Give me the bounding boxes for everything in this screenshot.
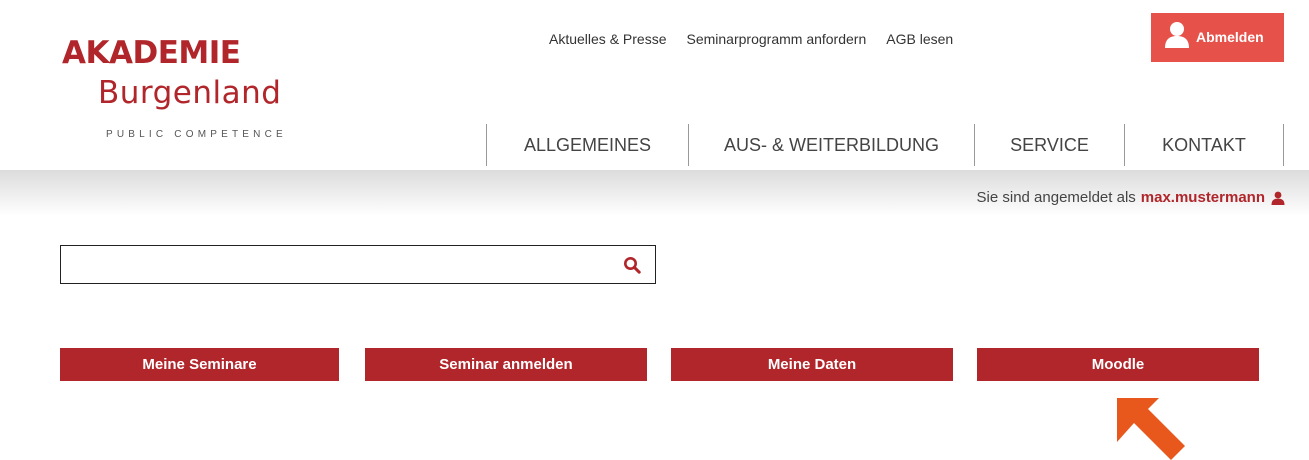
search-input[interactable]	[69, 250, 613, 281]
logout-label: Abmelden	[1196, 29, 1264, 45]
pointer-arrow-icon	[1117, 398, 1185, 460]
user-icon	[1271, 191, 1285, 205]
nav-allgemeines[interactable]: ALLGEMEINES	[486, 124, 688, 166]
logo-wordmark-burgenland: Burgenland	[98, 75, 282, 111]
search-icon[interactable]	[623, 256, 641, 274]
link-seminarprogramm[interactable]: Seminarprogramm anfordern	[687, 31, 867, 47]
nav-kontakt[interactable]: KONTAKT	[1124, 124, 1284, 166]
logo-tagline: PUBLIC COMPETENCE	[106, 129, 287, 140]
login-username[interactable]: max.mustermann	[1141, 189, 1265, 206]
main-nav: ALLGEMEINES AUS- & WEITERBILDUNG SERVICE…	[486, 124, 1284, 166]
meine-seminare-button[interactable]: Meine Seminare	[60, 348, 339, 381]
moodle-button[interactable]: Moodle	[977, 348, 1259, 381]
login-status-prefix: Sie sind angemeldet als	[976, 189, 1136, 206]
seminar-anmelden-button[interactable]: Seminar anmelden	[365, 348, 647, 381]
logo-wordmark-akademie: AKADEMIE	[62, 35, 241, 71]
user-icon	[1165, 22, 1189, 48]
nav-aus-weiterbildung[interactable]: AUS- & WEITERBILDUNG	[688, 124, 974, 166]
top-links: Aktuelles & Presse Seminarprogramm anfor…	[549, 31, 973, 47]
link-aktuelles-presse[interactable]: Aktuelles & Presse	[549, 31, 667, 47]
login-status: Sie sind angemeldet als max.mustermann	[977, 189, 1285, 206]
meine-daten-button[interactable]: Meine Daten	[671, 348, 953, 381]
nav-service[interactable]: SERVICE	[974, 124, 1124, 166]
link-agb[interactable]: AGB lesen	[886, 31, 953, 47]
logout-button[interactable]: Abmelden	[1151, 13, 1284, 62]
search-box	[60, 245, 656, 284]
